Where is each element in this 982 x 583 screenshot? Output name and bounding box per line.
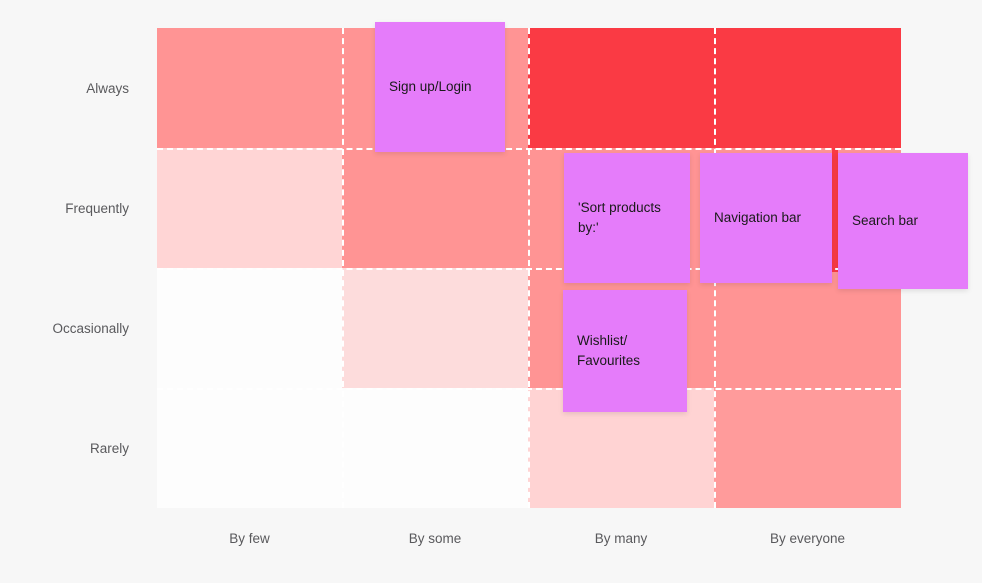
y-axis-label-rarely-text: Rarely	[89, 440, 129, 456]
sticky-note-wishlist-favourites[interactable]: Wishlist/ Favourites	[563, 290, 687, 412]
sticky-note-navigation-bar[interactable]: Navigation bar	[700, 153, 832, 283]
heatmap-cell-always-by-few[interactable]	[157, 28, 342, 148]
sticky-note-search-bar[interactable]: Search bar	[838, 153, 968, 289]
sticky-note-sort-products-by[interactable]: 'Sort products by:'	[564, 153, 690, 283]
x-axis-label-by-everyone-text: By everyone	[769, 530, 846, 546]
heatmap-cell-frequently-by-few[interactable]	[157, 148, 342, 268]
x-axis-label-by-many: By many	[528, 508, 714, 568]
heatmap-canvas: Sign up/Login 'Sort products by:' Naviga…	[0, 0, 982, 583]
x-axis-label-by-many-text: By many	[594, 530, 648, 546]
y-axis-label-occasionally-text: Occasionally	[52, 320, 129, 336]
y-axis-label-always: Always	[0, 28, 143, 148]
heatmap-cell-rarely-by-some[interactable]	[342, 388, 528, 508]
heatmap-cell-occasionally-by-some[interactable]	[342, 268, 528, 388]
y-axis-label-occasionally: Occasionally	[0, 268, 143, 388]
highlight-overlay-always-high	[530, 28, 900, 148]
x-axis-label-by-few: By few	[157, 508, 342, 568]
heatmap-cell-frequently-by-some[interactable]	[342, 148, 528, 268]
x-axis-labels: By few By some By many By everyone	[157, 508, 901, 568]
heatmap-cell-occasionally-by-few[interactable]	[157, 268, 342, 388]
sticky-note-sign-up-login[interactable]: Sign up/Login	[375, 22, 505, 152]
x-axis-label-by-some: By some	[342, 508, 528, 568]
x-axis-label-by-few-text: By few	[229, 530, 270, 546]
heatmap-cell-rarely-by-everyone[interactable]	[714, 388, 901, 508]
y-axis-label-frequently: Frequently	[0, 148, 143, 268]
y-axis-label-frequently-text: Frequently	[65, 200, 129, 216]
heatmap-cell-rarely-by-few[interactable]	[157, 388, 342, 508]
x-axis-label-by-some-text: By some	[408, 530, 462, 546]
y-axis-labels: Always Frequently Occasionally Rarely	[0, 28, 143, 508]
y-axis-label-always-text: Always	[86, 80, 129, 96]
y-axis-label-rarely: Rarely	[0, 388, 143, 508]
x-axis-label-by-everyone: By everyone	[714, 508, 901, 568]
